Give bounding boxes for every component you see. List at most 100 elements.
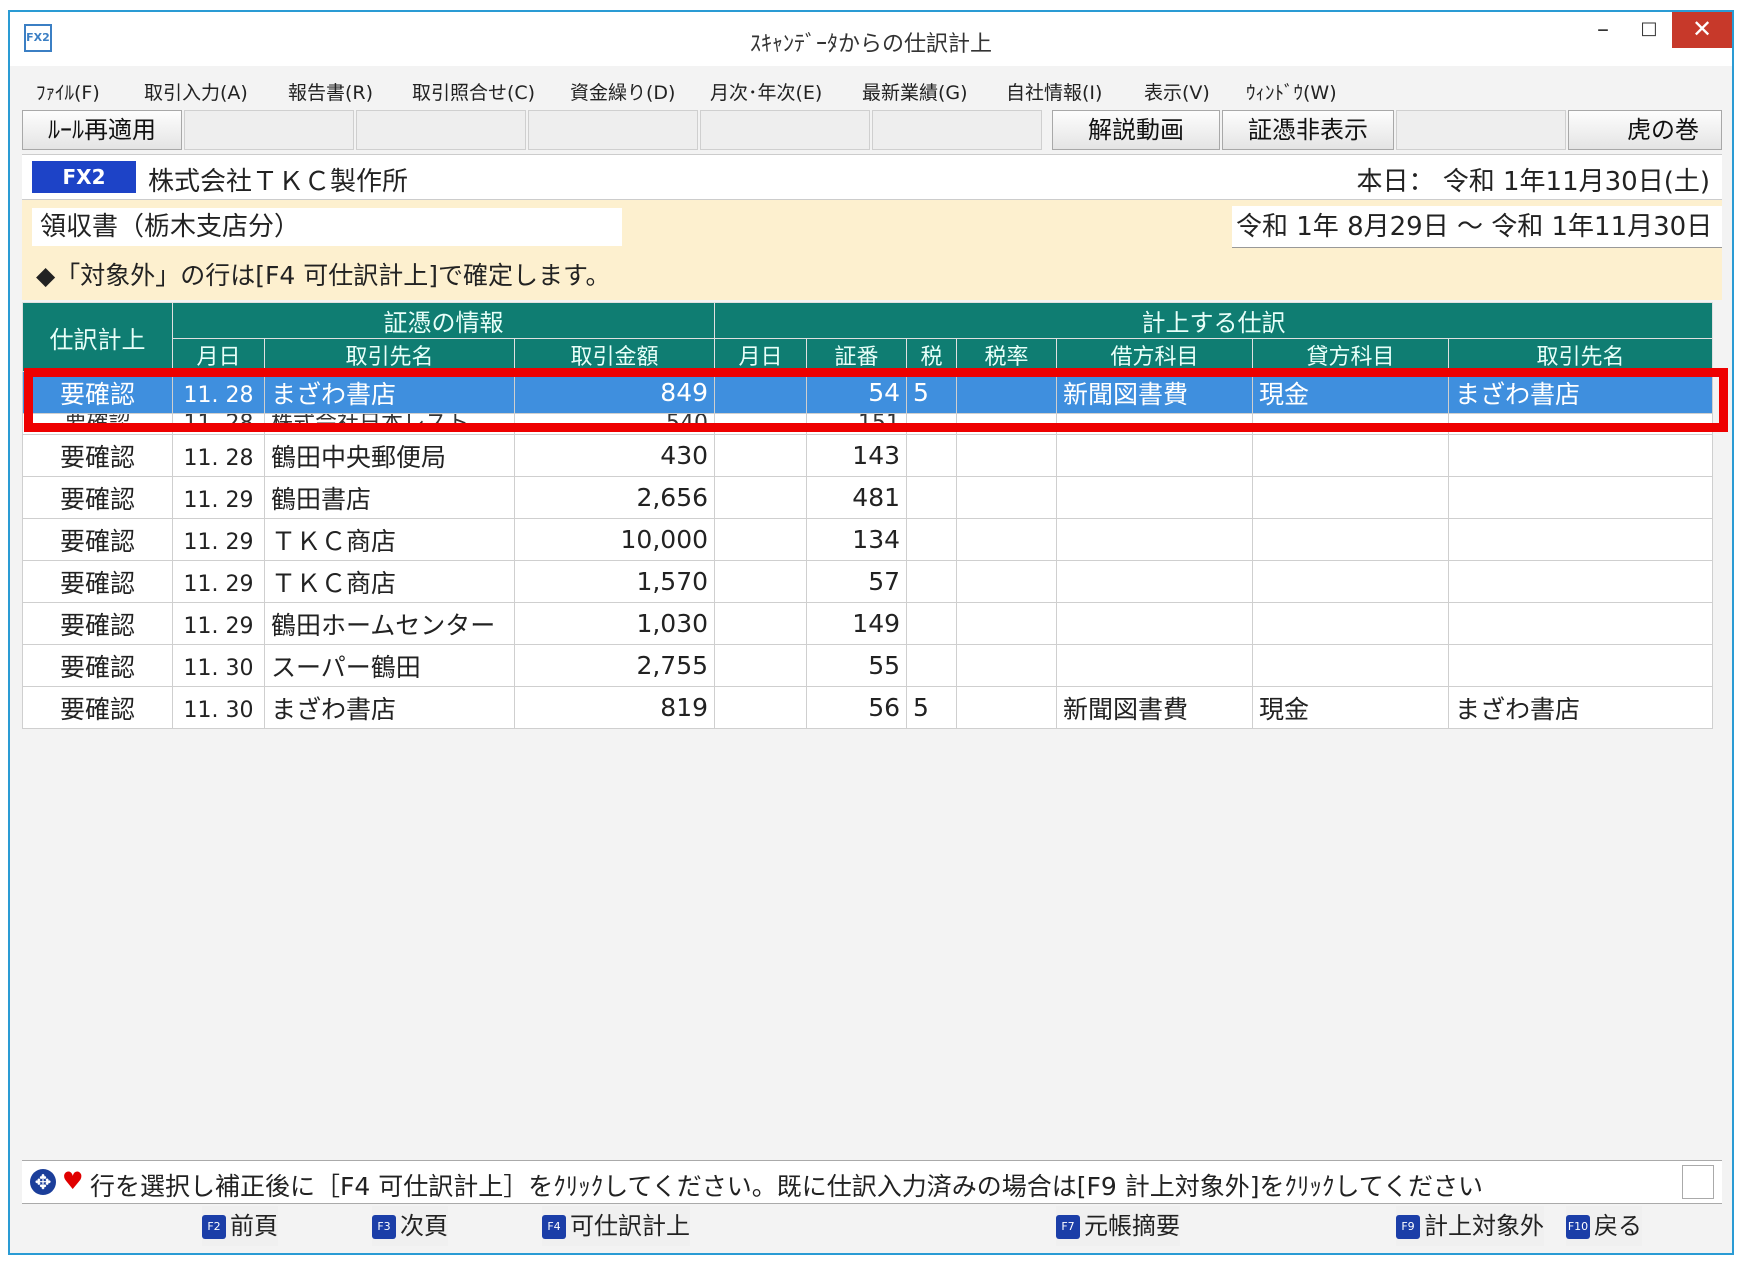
cell-tax[interactable]: 5 <box>906 686 958 729</box>
cell-status[interactable]: 要確認 <box>22 518 173 561</box>
cell-credit[interactable] <box>1252 434 1450 477</box>
hide-voucher-button[interactable]: 証憑非表示 <box>1222 110 1394 150</box>
header-tax-rate[interactable]: 税率 <box>956 338 1058 372</box>
header-debit[interactable]: 借方科目 <box>1056 338 1254 372</box>
tora-button[interactable]: 虎の巻 <box>1568 110 1722 150</box>
cell-voucher-no[interactable]: 134 <box>806 518 908 561</box>
header-partner[interactable]: 取引先名 <box>264 338 515 372</box>
cell-credit[interactable] <box>1252 602 1450 645</box>
menu-company-info[interactable]: 自社情報(I) <box>1006 78 1102 105</box>
cell-voucher-no[interactable]: 149 <box>806 602 908 645</box>
cell-tax-rate[interactable] <box>956 476 1058 519</box>
cell-date[interactable]: 11. 29 <box>172 518 265 561</box>
menu-cashflow[interactable]: 資金繰り(D) <box>570 78 675 105</box>
cell-debit[interactable] <box>1056 434 1254 477</box>
cell-status[interactable]: 要確認 <box>22 560 173 603</box>
header-credit[interactable]: 貸方科目 <box>1252 338 1450 372</box>
cell-credit[interactable] <box>1252 560 1450 603</box>
cell-debit[interactable] <box>1056 560 1254 603</box>
cell-journal-partner[interactable] <box>1448 602 1714 645</box>
header-amount[interactable]: 取引金額 <box>513 338 716 372</box>
cell-tax-rate[interactable] <box>956 602 1058 645</box>
cell-status[interactable]: 要確認 <box>22 476 173 519</box>
header-journal-date[interactable]: 月日 <box>714 338 808 372</box>
menu-monthly-yearly[interactable]: 月次･年次(E) <box>710 78 822 105</box>
cell-tax-rate[interactable] <box>956 434 1058 477</box>
maximize-button[interactable]: □ <box>1626 12 1672 48</box>
cell-journal-date[interactable] <box>714 644 808 687</box>
cell-journal-partner[interactable] <box>1448 434 1714 477</box>
f2-prev-page-button[interactable]: F2 前頁 <box>202 1206 278 1246</box>
cell-partner[interactable]: ＴＫＣ商店 <box>264 560 515 603</box>
f10-back-button[interactable]: F10 戻る <box>1566 1206 1642 1246</box>
cell-tax-rate[interactable] <box>956 686 1058 729</box>
table-row[interactable]: 要確認 11. 29 鶴田ホームセンター 1,030 149 <box>22 602 1714 645</box>
f3-next-page-button[interactable]: F3 次頁 <box>372 1206 448 1246</box>
header-voucher-no[interactable]: 証番 <box>806 338 908 372</box>
cell-journal-partner[interactable] <box>1448 476 1714 519</box>
table-row[interactable]: 要確認 11. 29 ＴＫＣ商店 1,570 57 <box>22 560 1714 603</box>
cell-tax-rate[interactable] <box>956 644 1058 687</box>
period-field[interactable]: 令和 1年 8月29日 ～ 令和 1年11月30日 <box>1232 206 1722 248</box>
cell-journal-date[interactable] <box>714 518 808 561</box>
menu-latest-performance[interactable]: 最新業績(G) <box>862 78 968 105</box>
cell-journal-partner[interactable] <box>1448 644 1714 687</box>
cell-tax-rate[interactable] <box>956 518 1058 561</box>
menu-view[interactable]: 表示(V) <box>1144 78 1210 105</box>
cell-journal-date[interactable] <box>714 602 808 645</box>
cell-journal-date[interactable] <box>714 686 808 729</box>
cell-journal-date[interactable] <box>714 560 808 603</box>
table-row[interactable]: 要確認 11. 30 スーパー鶴田 2,755 55 <box>22 644 1714 687</box>
cell-tax[interactable] <box>906 602 958 645</box>
cell-tax[interactable] <box>906 476 958 519</box>
cell-amount[interactable]: 2,656 <box>513 476 716 519</box>
cell-tax[interactable] <box>906 518 958 561</box>
cell-amount[interactable]: 819 <box>513 686 716 729</box>
cell-status[interactable]: 要確認 <box>22 602 173 645</box>
cell-partner[interactable]: 鶴田ホームセンター <box>264 602 515 645</box>
cell-tax[interactable] <box>906 434 958 477</box>
header-tax[interactable]: 税 <box>906 338 958 372</box>
cell-voucher-no[interactable]: 55 <box>806 644 908 687</box>
cell-journal-date[interactable] <box>714 476 808 519</box>
cell-debit[interactable] <box>1056 602 1254 645</box>
cell-partner[interactable]: 鶴田中央郵便局 <box>264 434 515 477</box>
minimize-button[interactable]: – <box>1580 12 1626 48</box>
header-journal-partner[interactable]: 取引先名 <box>1448 338 1714 372</box>
rule-reapply-button[interactable]: ﾙｰﾙ再適用 <box>22 110 182 150</box>
cell-debit[interactable]: 新聞図書費 <box>1056 686 1254 729</box>
menu-transaction-input[interactable]: 取引入力(A) <box>144 78 248 105</box>
cell-credit[interactable] <box>1252 644 1450 687</box>
video-button[interactable]: 解説動画 <box>1052 110 1220 150</box>
cell-date[interactable]: 11. 28 <box>172 434 265 477</box>
menu-transaction-match[interactable]: 取引照合せ(C) <box>412 78 535 105</box>
f9-exclude-button[interactable]: F9 計上対象外 <box>1396 1206 1544 1246</box>
cell-partner[interactable]: スーパー鶴田 <box>264 644 515 687</box>
menu-report[interactable]: 報告書(R) <box>288 78 373 105</box>
table-row[interactable]: 要確認 11. 30 まざわ書店 819 56 5 新聞図書費 現金 まざわ書店 <box>22 686 1714 729</box>
cell-tax[interactable] <box>906 560 958 603</box>
cell-credit[interactable]: 現金 <box>1252 686 1450 729</box>
cell-status[interactable]: 要確認 <box>22 644 173 687</box>
cell-journal-partner[interactable] <box>1448 518 1714 561</box>
cell-amount[interactable]: 1,570 <box>513 560 716 603</box>
cell-voucher-no[interactable]: 56 <box>806 686 908 729</box>
cell-amount[interactable]: 430 <box>513 434 716 477</box>
cell-tax-rate[interactable] <box>956 560 1058 603</box>
cell-date[interactable]: 11. 29 <box>172 560 265 603</box>
f7-ledger-summary-button[interactable]: F7 元帳摘要 <box>1056 1206 1180 1246</box>
cell-credit[interactable] <box>1252 518 1450 561</box>
cell-voucher-no[interactable]: 143 <box>806 434 908 477</box>
cell-amount[interactable]: 1,030 <box>513 602 716 645</box>
cell-debit[interactable] <box>1056 518 1254 561</box>
header-date[interactable]: 月日 <box>172 338 265 372</box>
table-row[interactable]: 要確認 11. 28 鶴田中央郵便局 430 143 <box>22 434 1714 477</box>
cell-voucher-no[interactable]: 57 <box>806 560 908 603</box>
cell-journal-partner[interactable] <box>1448 560 1714 603</box>
cell-partner[interactable]: まざわ書店 <box>264 686 515 729</box>
table-row[interactable]: 要確認 11. 29 ＴＫＣ商店 10,000 134 <box>22 518 1714 561</box>
cell-credit[interactable] <box>1252 476 1450 519</box>
cell-date[interactable]: 11. 30 <box>172 686 265 729</box>
cell-journal-date[interactable] <box>714 434 808 477</box>
table-row[interactable]: 要確認 11. 29 鶴田書店 2,656 481 <box>22 476 1714 519</box>
